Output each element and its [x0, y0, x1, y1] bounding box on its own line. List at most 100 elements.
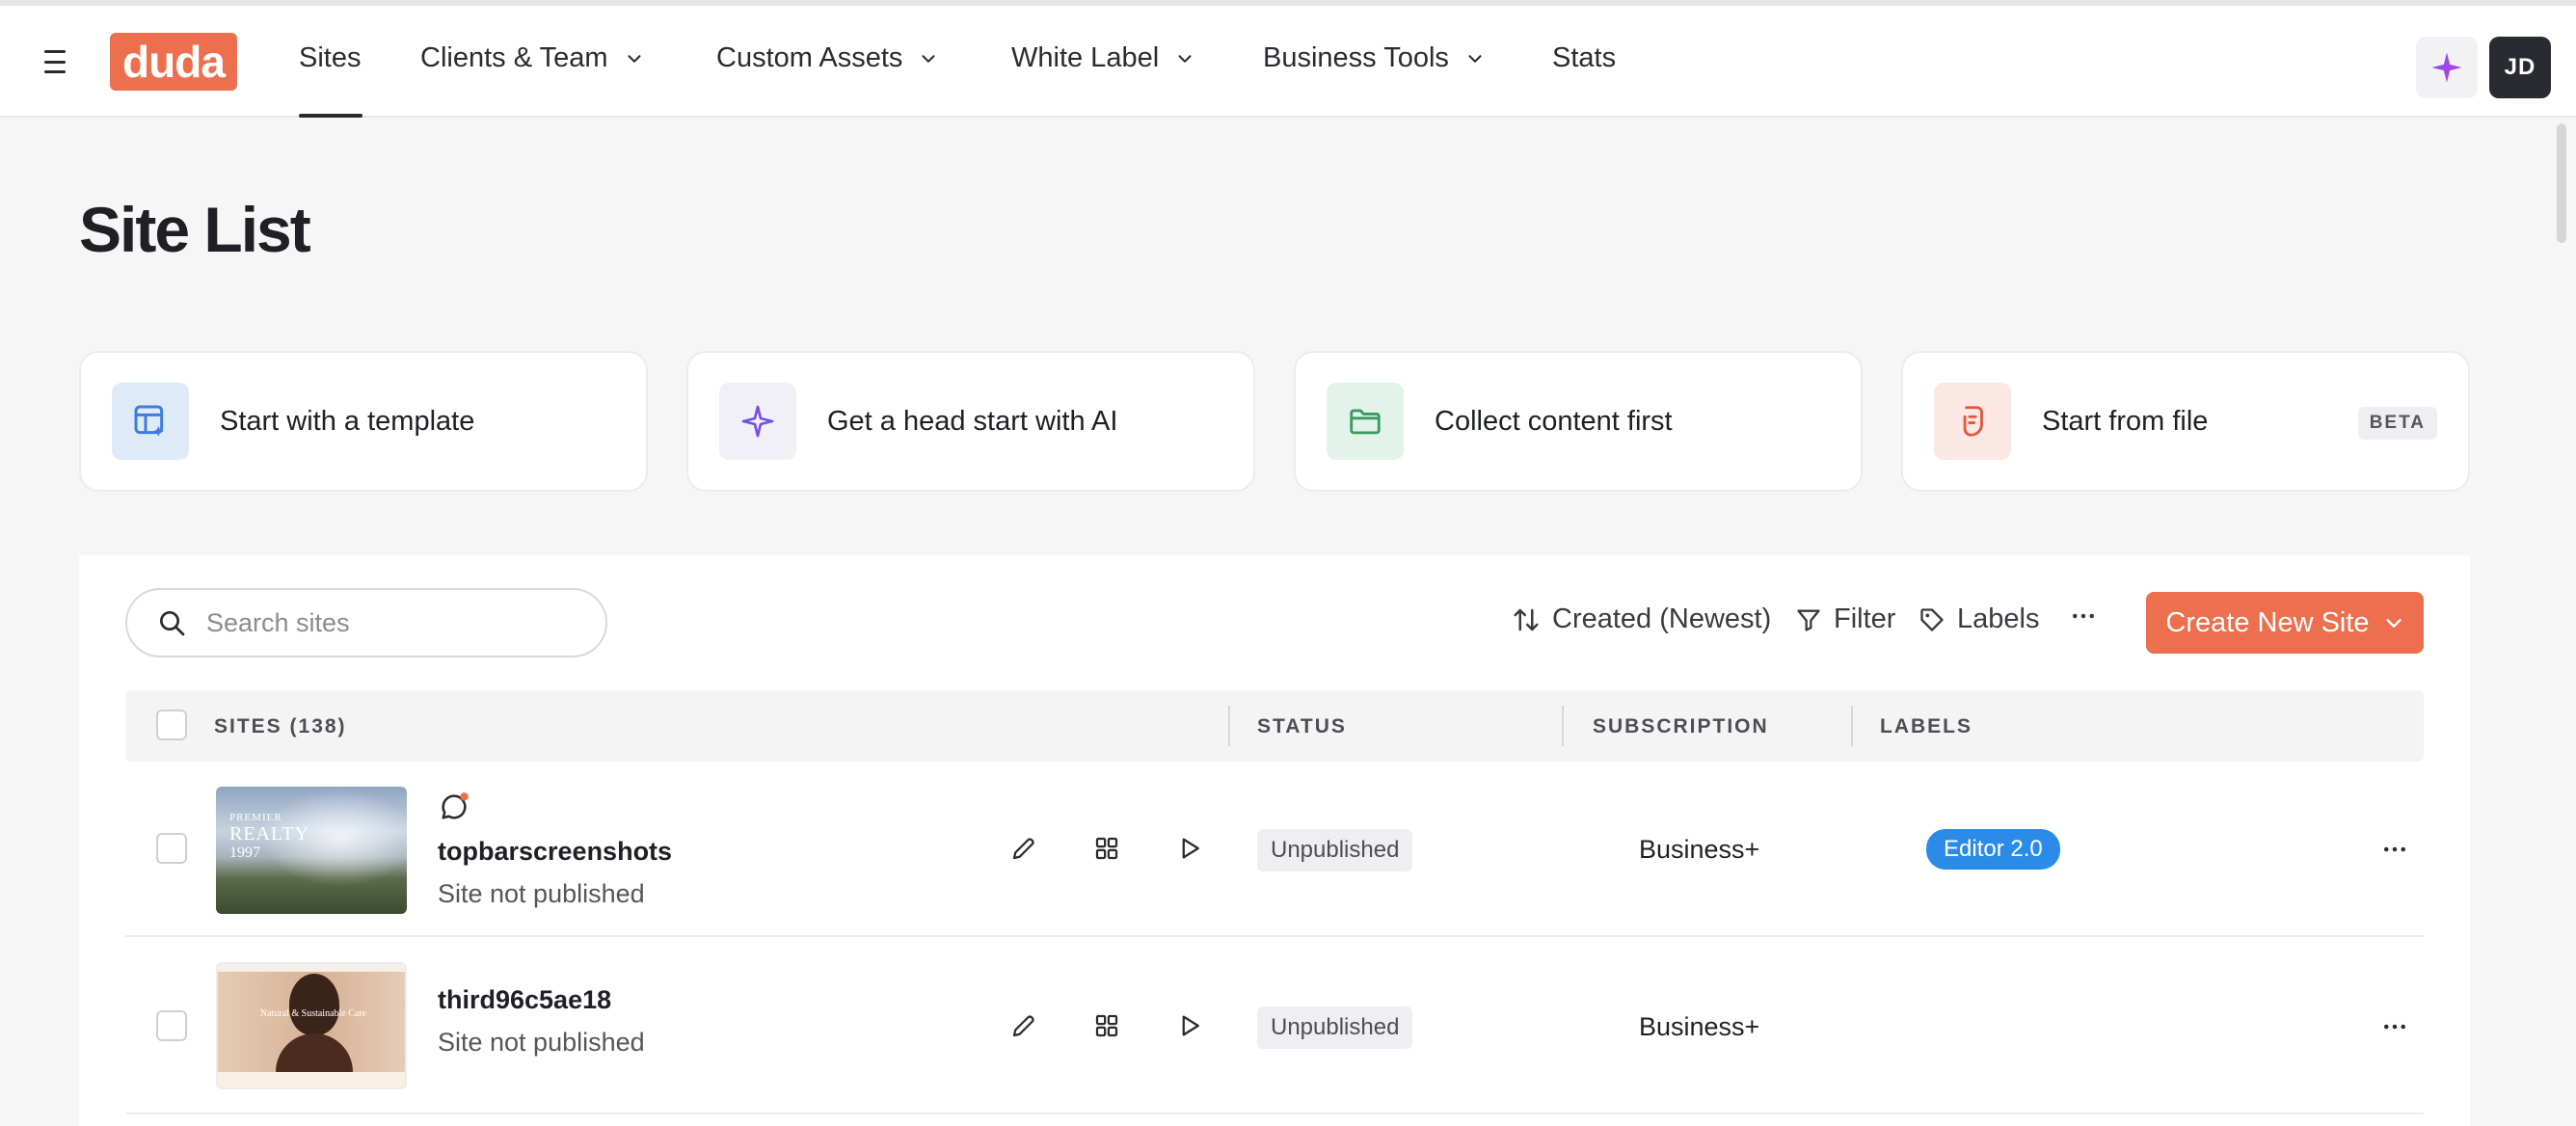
edit-site-button[interactable] — [1006, 831, 1041, 866]
more-horizontal-icon — [2384, 846, 2405, 852]
sort-arrows-icon — [1514, 608, 1539, 630]
play-icon — [1182, 1015, 1199, 1036]
card-label: Collect content first — [1435, 405, 1673, 437]
site-label-pill[interactable]: Editor 2.0 — [1926, 829, 2060, 870]
comment-notification-icon[interactable] — [438, 791, 470, 823]
site-dashboard-button[interactable] — [1089, 1008, 1124, 1043]
thumbnail-footer — [218, 1072, 405, 1087]
search-icon — [160, 611, 185, 636]
column-divider — [1851, 706, 1853, 746]
nav-item-label: Clients & Team — [420, 42, 608, 73]
search-input[interactable] — [206, 607, 592, 638]
start-with-template-card[interactable]: Start with a template — [79, 351, 648, 492]
play-icon — [1182, 838, 1199, 859]
filter-button[interactable]: Filter — [1795, 603, 1895, 635]
card-label: Start with a template — [220, 405, 475, 437]
template-icon — [112, 383, 189, 460]
chevron-down-icon — [922, 54, 935, 63]
more-horizontal-icon — [2073, 613, 2094, 619]
page-scrollbar[interactable] — [2557, 123, 2566, 243]
duda-logo[interactable]: duda — [110, 33, 237, 91]
thumbnail-header — [218, 964, 405, 972]
thumbnail-text: Natural & Sustainable Care — [259, 1008, 367, 1019]
collect-content-card[interactable]: Collect content first — [1294, 351, 1863, 492]
card-label: Get a head start with AI — [827, 405, 1118, 437]
top-navigation: duda Sites Clients & Team Custom Assets … — [0, 6, 2576, 118]
grid-icon — [1095, 1014, 1118, 1037]
table-row[interactable]: Natural & Sustainable Care third96c5ae18… — [125, 939, 2424, 1114]
chevron-down-icon — [1178, 54, 1192, 63]
card-label: Start from file — [2042, 405, 2209, 437]
create-button-label: Create New Site — [2165, 606, 2370, 638]
sort-label: Created (Newest) — [1552, 603, 1772, 634]
row-more-button[interactable] — [2375, 1012, 2414, 1041]
nav-item-label: White Label — [1011, 42, 1160, 73]
sparkle-icon — [719, 383, 796, 460]
labels-button[interactable]: Labels — [1919, 603, 2039, 635]
tag-icon — [1920, 607, 1944, 631]
ai-assistant-button[interactable] — [2416, 37, 2478, 98]
nav-item-business-tools[interactable]: Business Tools — [1263, 42, 1486, 74]
nav-item-label: Stats — [1552, 42, 1617, 73]
chevron-down-icon — [627, 54, 641, 63]
thumbnail-text: REALTY — [229, 823, 310, 844]
filter-label: Filter — [1834, 603, 1896, 634]
sparkle-icon — [2431, 52, 2462, 83]
labels-label: Labels — [1957, 603, 2040, 634]
user-avatar[interactable]: JD — [2489, 37, 2551, 98]
column-header-status[interactable]: STATUS — [1257, 715, 1347, 738]
pencil-icon — [1012, 1015, 1034, 1037]
nav-item-label: Custom Assets — [716, 42, 903, 73]
more-horizontal-icon — [2384, 1024, 2405, 1030]
thumbnail-text: 1997 — [229, 844, 260, 861]
site-name[interactable]: topbarscreenshots — [438, 837, 672, 867]
site-name[interactable]: third96c5ae18 — [438, 985, 611, 1015]
column-divider — [1562, 706, 1564, 746]
nav-item-stats[interactable]: Stats — [1552, 42, 1616, 74]
subscription-value: Business+ — [1639, 1012, 1760, 1041]
folder-icon — [1327, 383, 1404, 460]
column-divider — [1228, 706, 1230, 746]
column-header-labels[interactable]: LABELS — [1880, 715, 1972, 738]
page-title: Site List — [79, 194, 311, 265]
nav-item-sites[interactable]: Sites — [299, 42, 361, 74]
ai-head-start-card[interactable]: Get a head start with AI — [686, 351, 1255, 492]
thumbnail-portrait — [289, 974, 339, 1035]
chevron-down-icon — [2385, 619, 2402, 628]
filter-icon — [1797, 609, 1820, 631]
search-box[interactable] — [125, 588, 607, 657]
more-options-button[interactable] — [2069, 602, 2098, 630]
edit-site-button[interactable] — [1006, 1008, 1041, 1043]
active-tab-indicator — [299, 114, 362, 118]
row-checkbox[interactable] — [156, 833, 187, 864]
row-checkbox[interactable] — [156, 1010, 187, 1041]
status-badge: Unpublished — [1257, 829, 1413, 871]
beta-badge: BETA — [2357, 407, 2437, 440]
row-more-button[interactable] — [2375, 835, 2414, 864]
file-import-icon — [1934, 383, 2011, 460]
status-badge: Unpublished — [1257, 1006, 1413, 1049]
table-row[interactable]: PREMIER REALTY 1997 topbarscreenshots Si… — [125, 762, 2424, 937]
site-thumbnail[interactable]: PREMIER REALTY 1997 — [216, 787, 407, 914]
thumbnail-text: PREMIER — [229, 812, 282, 823]
site-publish-state: Site not published — [438, 1028, 645, 1057]
sort-button[interactable]: Created (Newest) — [1512, 603, 1771, 635]
start-from-file-card[interactable]: Start from file BETA — [1901, 351, 2470, 492]
select-all-checkbox[interactable] — [156, 710, 187, 740]
grid-icon — [1095, 837, 1118, 860]
preview-site-button[interactable] — [1172, 1008, 1207, 1043]
create-new-site-button[interactable]: Create New Site — [2146, 592, 2424, 654]
table-header: SITES (138) STATUS SUBSCRIPTION LABELS — [125, 690, 2424, 762]
nav-item-custom-assets[interactable]: Custom Assets — [716, 42, 939, 74]
site-publish-state: Site not published — [438, 879, 645, 908]
chevron-down-icon — [1468, 54, 1482, 63]
site-dashboard-button[interactable] — [1089, 831, 1124, 866]
column-header-sites[interactable]: SITES (138) — [214, 715, 347, 738]
nav-item-clients-team[interactable]: Clients & Team — [420, 42, 645, 74]
nav-item-white-label[interactable]: White Label — [1011, 42, 1195, 74]
site-thumbnail[interactable]: Natural & Sustainable Care — [216, 962, 407, 1089]
pencil-icon — [1012, 838, 1034, 860]
column-header-subscription[interactable]: SUBSCRIPTION — [1593, 715, 1769, 738]
menu-icon[interactable] — [37, 44, 73, 79]
preview-site-button[interactable] — [1172, 831, 1207, 866]
